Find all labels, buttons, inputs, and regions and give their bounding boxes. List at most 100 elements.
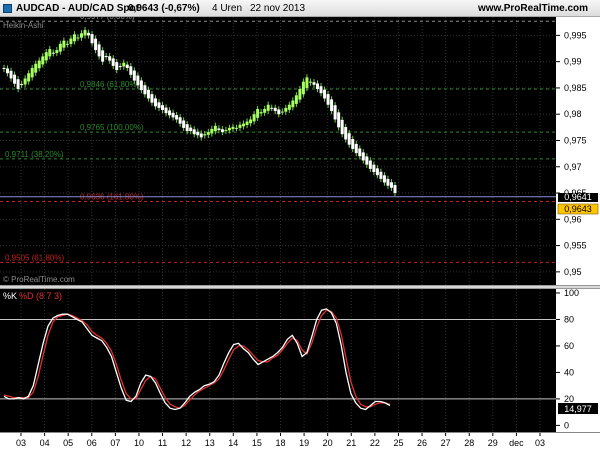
candle-body [196, 131, 200, 136]
fib-level-label: 0,9711 (38,20%) [5, 150, 64, 159]
current-price-marker: 0,9643 0,9641 [557, 192, 599, 215]
candle-body [94, 38, 98, 51]
time-tick-label: 19 [299, 438, 309, 448]
candle-body [125, 64, 129, 68]
candle-body [118, 66, 122, 68]
candle-body [161, 105, 165, 111]
candle-body [16, 79, 20, 89]
osc-tick-label: 100 [564, 289, 579, 298]
date-label: 22 nov 2013 [250, 3, 306, 14]
candle-body [51, 52, 55, 54]
price-chart-panel[interactable]: 0,9977 (0,00%) 0,9846 (61,80%) 0,9765 (100… [0, 17, 556, 285]
time-tick-label: 26 [417, 438, 427, 448]
fib-level-label: 0,9505 (61,80%) [5, 253, 64, 262]
stochastic-grid [0, 289, 556, 432]
candle-body [62, 40, 66, 48]
d-legend: %D (8 7 3) [19, 291, 62, 301]
candle-body [175, 115, 179, 120]
time-axis[interactable]: 03 04 05 06 07 10 11 12 13 14 15 18 19 20 21 22 25 26 27 28… [0, 432, 600, 450]
candle-body [298, 88, 302, 100]
candle-body [234, 127, 238, 129]
candle-body [231, 126, 235, 130]
candle-body [333, 105, 337, 120]
candle-body [351, 138, 355, 149]
price-axis[interactable]: 0,9950,990,9850,980,9750,970,9650,960,95… [556, 17, 600, 285]
time-tick-label: 15 [252, 438, 262, 448]
symbol-label: AUDCAD - AUD/CAD Spot [16, 3, 139, 14]
candle-body [203, 134, 207, 136]
candle-body [259, 112, 263, 114]
candle-body [294, 95, 298, 104]
fib-level-label: 0,9977 (0,00%) [80, 17, 135, 21]
candle-body [189, 127, 193, 132]
title-bar: AUDCAD - AUD/CAD Spot 0,9643 (-0,67%) 4 … [0, 0, 600, 17]
candle-body [9, 70, 13, 79]
last-price-label: 0,9643 (-0,67%) [128, 3, 200, 14]
candle-body [280, 111, 284, 113]
candle-body [316, 83, 320, 89]
time-tick-label: 11 [158, 438, 167, 448]
time-tick-label: 27 [441, 438, 451, 448]
time-tick-label: 29 [488, 438, 498, 448]
candle-body [153, 98, 157, 107]
candle-body [375, 168, 379, 176]
candle-body [347, 133, 351, 145]
candle-body [238, 124, 242, 128]
candle-body [368, 160, 372, 169]
candle-body [111, 58, 115, 66]
k-legend: %K [3, 291, 17, 301]
candle-body [206, 132, 210, 135]
time-tick-label: 21 [346, 438, 356, 448]
current-price-label: 0,9643 [564, 204, 592, 214]
candle-body [382, 175, 386, 183]
candle-body [72, 34, 76, 42]
osc-tick-label: 60 [564, 341, 574, 351]
candle-body [330, 99, 334, 112]
candle-body [87, 32, 91, 36]
candle-body [361, 152, 365, 161]
osc-tick-label: 40 [564, 367, 574, 377]
candle-body [337, 112, 341, 128]
candle-body [312, 82, 316, 85]
price-grid [0, 17, 556, 285]
price-chart: 0,9977 (0,00%) 0,9846 (61,80%) 0,9765 (100… [0, 17, 556, 285]
candle-body [308, 81, 312, 83]
watermark-label: www.ProRealTime.com [478, 3, 589, 14]
candle-body [76, 37, 80, 39]
time-tick-label: dec [509, 438, 524, 448]
candle-body [55, 50, 59, 53]
stochastic-current-label: 14,977 [564, 404, 592, 414]
stochastic-axis[interactable]: 100 80 60 40 20 0 14,977 [556, 289, 600, 432]
candle-body [270, 107, 274, 109]
candle-body [34, 63, 38, 73]
price-tick-label: 0,95 [564, 267, 582, 277]
candle-body [65, 43, 69, 45]
candle-body [139, 80, 143, 91]
candle-body [192, 129, 196, 135]
price-tick-label: 0,96 [564, 214, 582, 224]
candle-body [44, 52, 48, 61]
time-tick-label: 14 [228, 438, 238, 448]
candle-body [291, 100, 295, 108]
candle-body [83, 30, 87, 36]
candle-body [143, 85, 147, 95]
candle-body [97, 44, 101, 57]
time-tick-label: 06 [87, 438, 97, 448]
candle-body [372, 164, 376, 173]
fib-level-label: 0,9846 (61,80%) [80, 80, 139, 89]
time-tick-label: 18 [275, 438, 285, 448]
candle-body [171, 112, 175, 118]
candle-body [284, 107, 288, 112]
candle-body [301, 81, 305, 95]
candle-body [252, 114, 256, 122]
stochastic-panel[interactable]: %K %D (8 7 3) [0, 289, 556, 432]
candle-body [79, 33, 83, 38]
candle-body [217, 128, 221, 130]
candle-body [185, 124, 189, 132]
candle-body [224, 129, 228, 131]
osc-tick-label: 20 [564, 394, 574, 404]
candle-body [287, 104, 291, 110]
candle-body [20, 84, 24, 86]
candle-body [319, 86, 323, 94]
price-axis-scale: 0,9950,990,9850,980,9750,970,9650,960,95… [556, 30, 599, 277]
